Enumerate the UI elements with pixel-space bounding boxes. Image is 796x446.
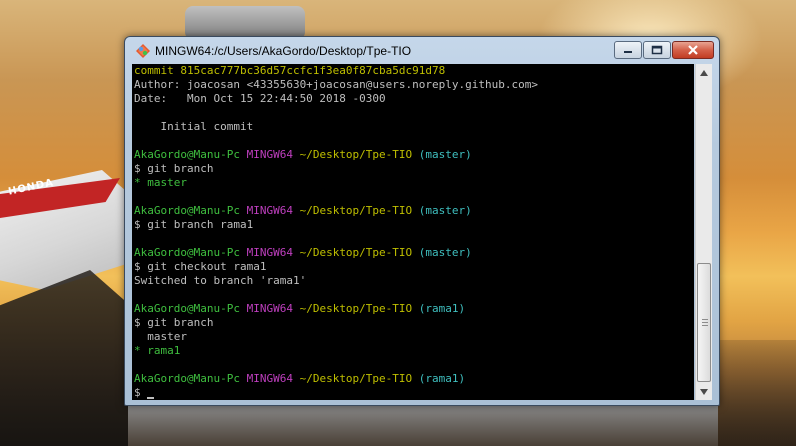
terminal-line: AkaGordo@Manu-Pc MINGW64 ~/Desktop/Tpe-T… — [132, 372, 694, 386]
terminal-text: Switched to branch 'rama1' — [134, 274, 307, 287]
terminal-text: ~/Desktop/Tpe-TIO — [299, 246, 419, 259]
terminal-text: MINGW64 — [246, 148, 300, 161]
terminal-text: * rama1 — [134, 344, 181, 357]
terminal-line: master — [132, 330, 694, 344]
window-title: MINGW64:/c/Users/AkaGordo/Desktop/Tpe-TI… — [155, 44, 412, 58]
terminal-line: $ — [132, 386, 694, 400]
terminal-line: AkaGordo@Manu-Pc MINGW64 ~/Desktop/Tpe-T… — [132, 302, 694, 316]
terminal-text: MINGW64 — [246, 302, 300, 315]
terminal-text: $ git branch rama1 — [134, 218, 254, 231]
terminal-text: AkaGordo@Manu-Pc — [134, 302, 247, 315]
maximize-icon — [651, 45, 663, 55]
terminal-text: MINGW64 — [246, 204, 300, 217]
terminal-text: (master) — [418, 246, 472, 259]
terminal-text: $ git branch — [134, 316, 214, 329]
minimize-button[interactable] — [614, 41, 642, 59]
grip-icon — [702, 319, 708, 327]
terminal-text: (rama1) — [418, 302, 466, 315]
terminal-line: $ git branch rama1 — [132, 218, 694, 232]
terminal-line: Switched to branch 'rama1' — [132, 274, 694, 288]
scroll-up-button[interactable] — [696, 64, 712, 81]
scrollbar-thumb[interactable] — [697, 263, 711, 382]
wallpaper-ground — [128, 404, 718, 446]
maximize-button[interactable] — [643, 41, 671, 59]
terminal-text: $ git branch — [134, 162, 214, 175]
text-cursor — [147, 397, 155, 399]
terminal-line: $ git checkout rama1 — [132, 260, 694, 274]
terminal-text: ~/Desktop/Tpe-TIO — [299, 204, 419, 217]
terminal-line: Initial commit — [132, 120, 694, 134]
terminal-text: (master) — [418, 204, 472, 217]
terminal-text: master — [134, 330, 187, 343]
git-bash-icon[interactable] — [135, 43, 151, 59]
terminal-line: * rama1 — [132, 344, 694, 358]
arrow-down-icon — [700, 388, 708, 395]
terminal-line: AkaGordo@Manu-Pc MINGW64 ~/Desktop/Tpe-T… — [132, 204, 694, 218]
terminal-line: AkaGordo@Manu-Pc MINGW64 ~/Desktop/Tpe-T… — [132, 148, 694, 162]
terminal-text: Initial commit — [134, 120, 254, 133]
title-bar[interactable]: MINGW64:/c/Users/AkaGordo/Desktop/Tpe-TI… — [125, 37, 719, 63]
terminal-output[interactable]: commit 815cac777bc36d57ccfc1f3ea0f87cba5… — [132, 64, 694, 400]
terminal-text: $ — [134, 386, 148, 399]
terminal-text: AkaGordo@Manu-Pc — [134, 372, 247, 385]
wallpaper-shadow — [716, 340, 796, 446]
close-icon — [688, 45, 698, 55]
terminal-text: * master — [134, 176, 187, 189]
terminal-text: AkaGordo@Manu-Pc — [134, 246, 247, 259]
terminal-line: AkaGordo@Manu-Pc MINGW64 ~/Desktop/Tpe-T… — [132, 246, 694, 260]
terminal-text: MINGW64 — [246, 372, 300, 385]
terminal-line: * master — [132, 176, 694, 190]
terminal-text: (master) — [418, 148, 472, 161]
terminal-text: ~/Desktop/Tpe-TIO — [299, 372, 419, 385]
terminal-line: commit 815cac777bc36d57ccfc1f3ea0f87cba5… — [132, 64, 694, 78]
terminal-text: AkaGordo@Manu-Pc — [134, 204, 247, 217]
vertical-scrollbar[interactable] — [695, 64, 712, 400]
terminal-text: Author: joacosan <43355630+joacosan@user… — [134, 78, 538, 91]
terminal-text: commit 815cac777bc36d57ccfc1f3ea0f87cba5… — [134, 64, 446, 77]
terminal-text: (rama1) — [418, 372, 466, 385]
close-button[interactable] — [672, 41, 714, 59]
terminal-window[interactable]: MINGW64:/c/Users/AkaGordo/Desktop/Tpe-TI… — [124, 36, 720, 406]
terminal-line: Date: Mon Oct 15 22:44:50 2018 -0300 — [132, 92, 694, 106]
terminal-text: ~/Desktop/Tpe-TIO — [299, 148, 419, 161]
terminal-text: ~/Desktop/Tpe-TIO — [299, 302, 419, 315]
scroll-down-button[interactable] — [696, 383, 712, 400]
terminal-line: $ git branch — [132, 162, 694, 176]
terminal-text: AkaGordo@Manu-Pc — [134, 148, 247, 161]
minimize-icon — [624, 51, 632, 53]
terminal-text: MINGW64 — [246, 246, 300, 259]
wallpaper-motorcycle-part — [185, 6, 305, 40]
arrow-up-icon — [700, 69, 708, 76]
terminal-line: $ git branch — [132, 316, 694, 330]
terminal-text: $ git checkout rama1 — [134, 260, 267, 273]
terminal-text: Date: Mon Oct 15 22:44:50 2018 -0300 — [134, 92, 386, 105]
terminal-line: Author: joacosan <43355630+joacosan@user… — [132, 78, 694, 92]
